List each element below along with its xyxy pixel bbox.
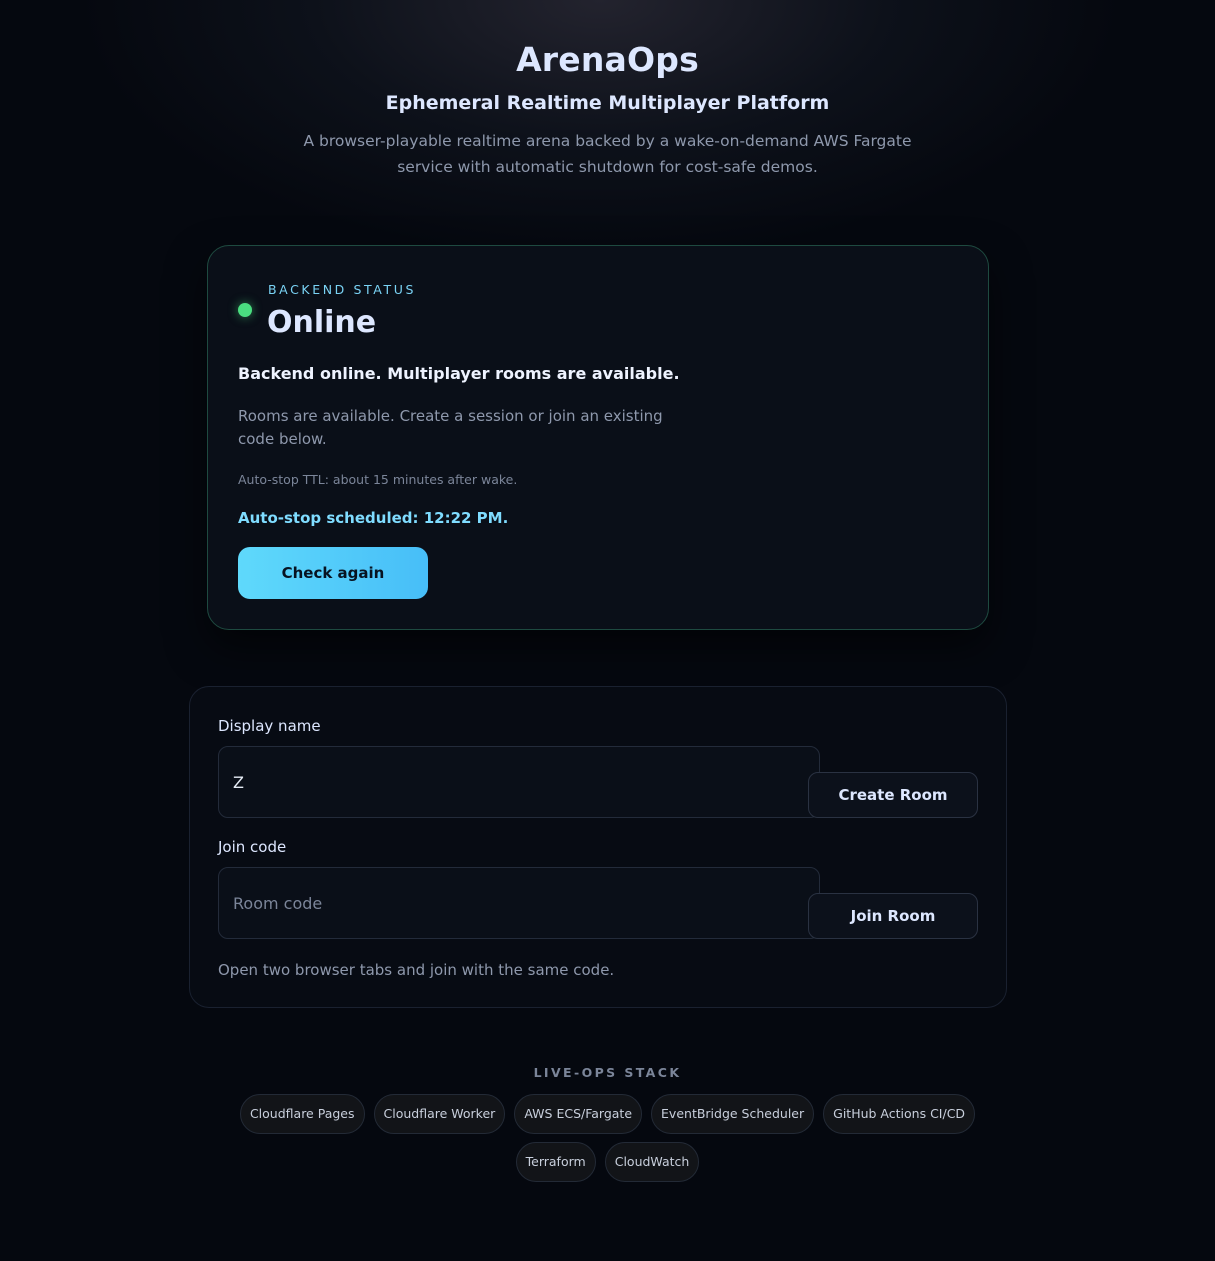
display-name-label: Display name (218, 717, 321, 735)
create-room-button[interactable]: Create Room (808, 772, 978, 818)
join-room-button[interactable]: Join Room (808, 893, 978, 939)
page-header: ArenaOps Ephemeral Realtime Multiplayer … (0, 40, 1215, 180)
room-card: Display name Create Room Join code Join … (189, 686, 1007, 1008)
backend-status-card: BACKEND STATUS Online Backend online. Mu… (207, 245, 989, 630)
status-value: Online (267, 305, 377, 340)
auto-stop-ttl: Auto-stop TTL: about 15 minutes after wa… (238, 472, 518, 487)
app-subtitle: Ephemeral Realtime Multiplayer Platform (385, 92, 830, 114)
status-eyebrow: BACKEND STATUS (268, 282, 416, 297)
auto-stop-schedule: Auto-stop scheduled: 12:22 PM. (238, 509, 509, 527)
join-code-input[interactable] (218, 867, 820, 939)
stack-chip-row: Terraform CloudWatch (0, 1142, 1215, 1182)
live-ops-stack: LIVE-OPS STACK Cloudflare Pages Cloudfla… (0, 1065, 1215, 1182)
display-name-input[interactable] (218, 746, 820, 818)
stack-title: LIVE-OPS STACK (533, 1065, 682, 1080)
stack-chip: CloudWatch (604, 1142, 700, 1182)
stack-chip: Cloudflare Worker (373, 1094, 506, 1134)
app-description: A browser-playable realtime arena backed… (303, 132, 912, 176)
stack-chip-row: Cloudflare Pages Cloudflare Worker AWS E… (0, 1094, 1215, 1134)
check-again-button[interactable]: Check again (238, 547, 428, 599)
status-message: Backend online. Multiplayer rooms are av… (238, 364, 680, 383)
status-indicator-icon (238, 303, 252, 317)
room-hint: Open two browser tabs and join with the … (218, 961, 615, 979)
status-detail: Rooms are available. Create a session or… (238, 407, 663, 448)
join-code-label: Join code (218, 838, 287, 856)
stack-chip: AWS ECS/Fargate (514, 1094, 643, 1134)
stack-chip: EventBridge Scheduler (651, 1094, 815, 1134)
stack-chip: Terraform (515, 1142, 596, 1182)
app-title: ArenaOps (516, 40, 699, 79)
stack-chip: GitHub Actions CI/CD (823, 1094, 976, 1134)
stack-chip: Cloudflare Pages (239, 1094, 365, 1134)
